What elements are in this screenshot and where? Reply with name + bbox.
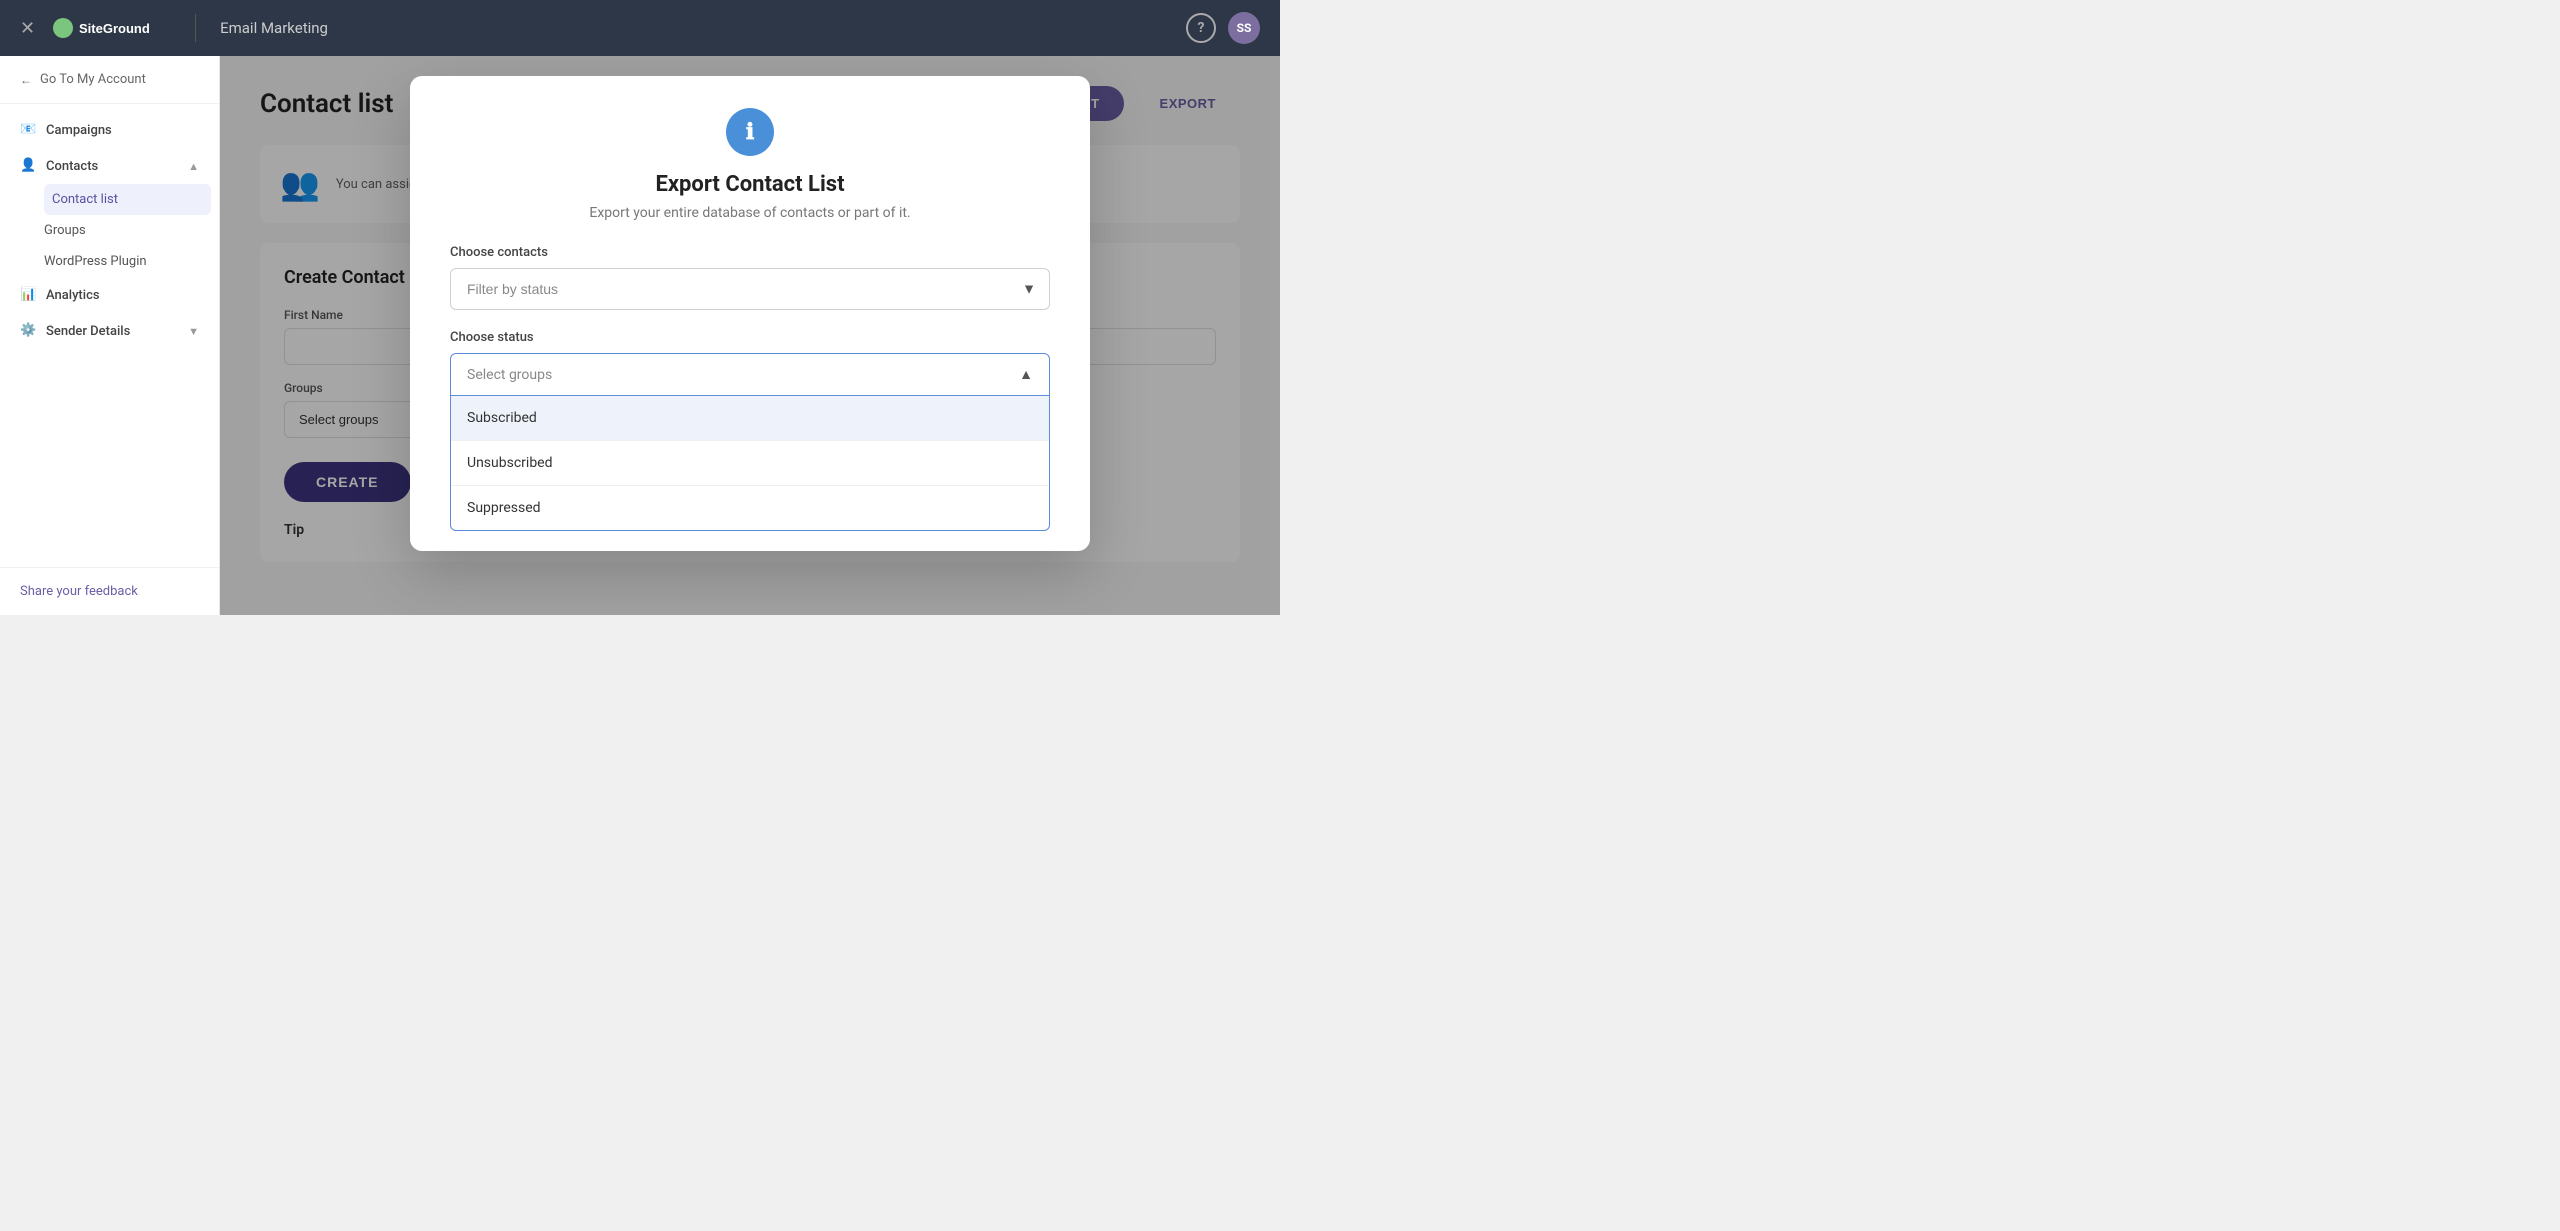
choose-contacts-label: Choose contacts — [450, 245, 1050, 260]
contacts-label: Contacts — [46, 159, 98, 174]
modal-overlay[interactable]: ℹ Export Contact List Export your entire… — [220, 56, 1280, 615]
sidebar-nav: 📧 Campaigns 👤 Contacts ▲ Contact list Gr… — [0, 104, 219, 567]
avatar[interactable]: SS — [1228, 12, 1260, 44]
back-arrow-icon: ← — [20, 73, 32, 87]
close-button[interactable]: ✕ — [20, 18, 35, 39]
choose-status-dropdown-wrapper: Select groups ▲ SubscribedUnsubscribedSu… — [450, 353, 1050, 531]
modal-title: Export Contact List — [450, 172, 1050, 197]
export-modal: ℹ Export Contact List Export your entire… — [410, 76, 1090, 551]
help-button[interactable]: ? — [1186, 13, 1216, 43]
sender-details-icon: ⚙️ — [20, 323, 36, 339]
sidebar: ← Go To My Account 📧 Campaigns 👤 Contact… — [0, 56, 220, 615]
sidebar-sub-contacts: Contact list Groups WordPress Plugin — [0, 184, 219, 277]
go-to-account-label: Go To My Account — [40, 72, 146, 87]
sidebar-item-contact-list[interactable]: Contact list — [44, 184, 211, 215]
modal-icon-wrap: ℹ — [450, 108, 1050, 156]
modal-subtitle: Export your entire database of contacts … — [450, 205, 1050, 221]
select-groups-placeholder: Select groups — [467, 367, 552, 383]
sender-details-chevron-icon: ▼ — [188, 325, 199, 338]
topbar: ✕ SiteGround Email Marketing ? SS — [0, 0, 1280, 56]
contact-list-label: Contact list — [52, 192, 118, 207]
dropdown-item[interactable]: Subscribed — [451, 396, 1049, 441]
svg-text:SiteGround: SiteGround — [79, 21, 150, 36]
sidebar-item-sender-details[interactable]: ⚙️ Sender Details ▼ — [0, 313, 219, 349]
wordpress-plugin-label: WordPress Plugin — [44, 254, 147, 269]
select-groups-chevron-icon: ▲ — [1019, 366, 1033, 383]
topbar-title: Email Marketing — [220, 19, 328, 37]
topbar-divider — [195, 14, 196, 42]
campaigns-icon: 📧 — [20, 122, 36, 138]
choose-status-label: Choose status — [450, 330, 1050, 345]
siteground-logo-svg: SiteGround — [51, 16, 171, 40]
dropdown-item[interactable]: Unsubscribed — [451, 441, 1049, 486]
sidebar-item-analytics[interactable]: 📊 Analytics — [0, 277, 219, 313]
go-to-account-link[interactable]: ← Go To My Account — [0, 56, 219, 104]
layout: ← Go To My Account 📧 Campaigns 👤 Contact… — [0, 56, 1280, 615]
contacts-icon: 👤 — [20, 158, 36, 174]
select-groups-trigger[interactable]: Select groups ▲ — [450, 353, 1050, 396]
analytics-icon: 📊 — [20, 287, 36, 303]
filter-by-status-wrapper: Filter by status ▼ — [450, 268, 1050, 310]
sidebar-item-groups[interactable]: Groups — [44, 215, 219, 246]
filter-by-status-select[interactable]: Filter by status — [450, 268, 1050, 310]
sidebar-item-campaigns[interactable]: 📧 Campaigns — [0, 112, 219, 148]
sidebar-item-wordpress-plugin[interactable]: WordPress Plugin — [44, 246, 219, 277]
sender-details-label: Sender Details — [46, 324, 130, 339]
modal-info-icon: ℹ — [726, 108, 774, 156]
feedback-link[interactable]: Share your feedback — [0, 567, 219, 615]
sidebar-item-contacts[interactable]: 👤 Contacts ▲ — [0, 148, 219, 184]
logo: SiteGround — [51, 16, 171, 40]
contacts-chevron-icon: ▲ — [188, 160, 199, 173]
campaigns-label: Campaigns — [46, 123, 112, 138]
main-content: Contact list IMPORT EXPORT 👥 You can ass… — [220, 56, 1280, 615]
dropdown-item[interactable]: Suppressed — [451, 486, 1049, 530]
status-dropdown-list: SubscribedUnsubscribedSuppressed — [450, 396, 1050, 531]
analytics-label: Analytics — [46, 288, 100, 303]
groups-label: Groups — [44, 223, 86, 238]
